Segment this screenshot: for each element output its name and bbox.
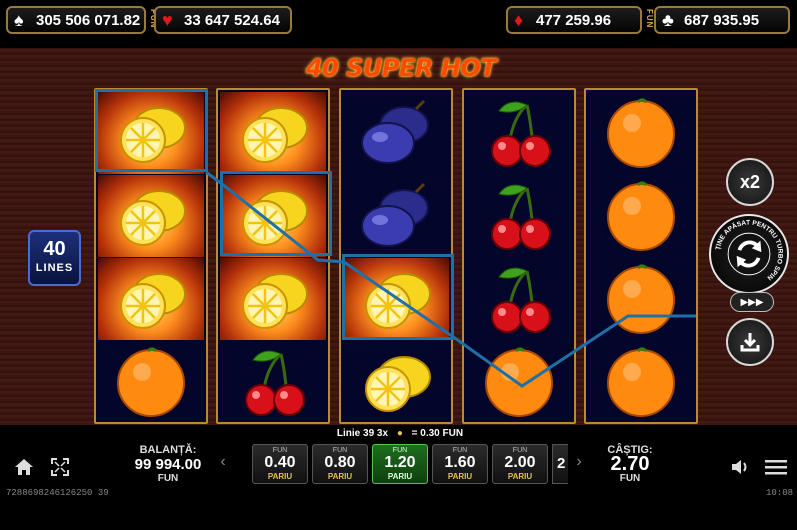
- bet-value: 1.20: [384, 454, 416, 471]
- jackpot-value: 33 647 524.64: [184, 11, 280, 29]
- jackpot-spades: ♠ 305 506 071.82 FUN: [6, 6, 158, 34]
- orange-icon: [466, 341, 572, 423]
- sound-icon: [732, 460, 747, 474]
- jackpot-diamonds: ♦ 477 259.96 FUN: [506, 6, 654, 34]
- lines-label: LINES: [35, 262, 74, 274]
- lemon-icon: [220, 175, 326, 257]
- lines-count: 40: [43, 238, 66, 260]
- bet-tag: FUN: [392, 447, 408, 454]
- jackpot-clubs: ♣ 687 935.95: [654, 6, 790, 34]
- multiplier-label: x2: [739, 171, 761, 192]
- spin-button[interactable]: ȚINE APĂSAT PENTRU TURBO SPIN: [709, 214, 789, 294]
- win-currency: FUN: [619, 473, 641, 484]
- spade-icon: ♠: [14, 10, 24, 30]
- bet-tag: FUN: [512, 447, 528, 454]
- lines-badge: 40 LINES: [28, 230, 81, 286]
- bet-value: 2.00: [504, 454, 536, 471]
- bet-label: PARIU: [267, 472, 293, 481]
- orange-icon: [588, 258, 694, 340]
- bet-option[interactable]: FUN 1.60 PARIU: [432, 444, 488, 484]
- lemon-icon: [98, 175, 204, 257]
- turbo-label: ▶▶▶: [740, 296, 764, 308]
- reel-5: [584, 88, 698, 424]
- reel-4: [462, 88, 576, 424]
- orange-icon: [98, 341, 204, 423]
- bet-tag: FUN: [332, 447, 348, 454]
- lemon-icon: [343, 258, 449, 340]
- bet-option-partial[interactable]: 2: [552, 444, 568, 484]
- reel-3: [339, 88, 453, 424]
- jackpot-value: 305 506 071.82: [36, 11, 141, 29]
- bet-label: PARIU: [387, 472, 413, 481]
- bet-label: PARIU: [507, 472, 533, 481]
- diamond-icon: ♦: [514, 10, 524, 30]
- bet-prev-icon[interactable]: ‹: [216, 452, 230, 472]
- bet-label: PARIU: [327, 472, 353, 481]
- home-button[interactable]: [12, 455, 36, 479]
- cherry-icon: [466, 92, 572, 174]
- clock-time: 10:08: [766, 488, 794, 498]
- jackpot-value: 687 935.95: [684, 11, 760, 29]
- autoplay-icon: [740, 333, 760, 352]
- balance-currency: FUN: [157, 473, 179, 484]
- lemon-icon: [220, 92, 326, 174]
- bet-tag: FUN: [452, 447, 468, 454]
- session-id: 7288698246126250 39: [6, 488, 109, 498]
- lemon-icon: [220, 258, 326, 340]
- bet-option[interactable]: FUN 0.80 PARIU: [312, 444, 368, 484]
- win-line-info: Linie 39 3x ● = 0.30 FUN: [320, 428, 480, 439]
- game-logo: 40 SUPER HOT: [305, 54, 497, 82]
- multiplier-button[interactable]: x2: [726, 158, 774, 206]
- bet-next-icon[interactable]: ›: [572, 452, 586, 472]
- turbo-button[interactable]: ▶▶▶: [730, 292, 774, 312]
- bet-value: 0.80: [324, 454, 356, 471]
- plum-icon: [343, 92, 449, 174]
- orange-icon: [588, 341, 694, 423]
- sound-button[interactable]: [730, 456, 752, 478]
- orange-icon: [588, 92, 694, 174]
- menu-button[interactable]: [764, 456, 788, 478]
- bet-option[interactable]: FUN 0.40 PARIU: [252, 444, 308, 484]
- lemon-icon: [98, 258, 204, 340]
- jackpot-hearts: ♥ 33 647 524.64: [154, 6, 292, 34]
- bet-value: 1.60: [444, 454, 476, 471]
- cherry-icon: [466, 258, 572, 340]
- spin-icon: ȚINE APĂSAT PENTRU TURBO SPIN: [715, 220, 784, 282]
- club-icon: ♣: [662, 10, 674, 30]
- bet-value: 0.40: [264, 454, 296, 471]
- bet-option[interactable]: FUN 2.00 PARIU: [492, 444, 548, 484]
- coins-icon: ●: [396, 428, 403, 439]
- lemon-icon: [343, 341, 449, 423]
- reel-2: [216, 88, 330, 424]
- home-icon: [15, 459, 33, 475]
- fullscreen-button[interactable]: [48, 455, 72, 479]
- balance-label: BALANȚĂ:: [139, 444, 197, 456]
- bet-option[interactable]: FUN 1.20 PARIU: [372, 444, 428, 484]
- balance-value: 99 994.00: [134, 456, 202, 473]
- lemon-icon: [98, 92, 204, 174]
- menu-icon: [765, 460, 787, 475]
- plum-icon: [343, 175, 449, 257]
- jackpot-value: 477 259.96: [536, 11, 612, 29]
- reel-1: [94, 88, 208, 424]
- cherry-icon: [220, 341, 326, 423]
- win-line-amount: = 0.30 FUN: [411, 428, 464, 439]
- win-line-text: Linie 39 3x: [336, 428, 389, 439]
- autoplay-button[interactable]: [726, 318, 774, 366]
- bet-tag: FUN: [272, 447, 288, 454]
- heart-icon: ♥: [162, 10, 173, 30]
- fullscreen-icon: [51, 458, 69, 476]
- orange-icon: [588, 175, 694, 257]
- bet-label: PARIU: [447, 472, 473, 481]
- cherry-icon: [466, 175, 572, 257]
- jackpot-tag: FUN: [645, 9, 654, 29]
